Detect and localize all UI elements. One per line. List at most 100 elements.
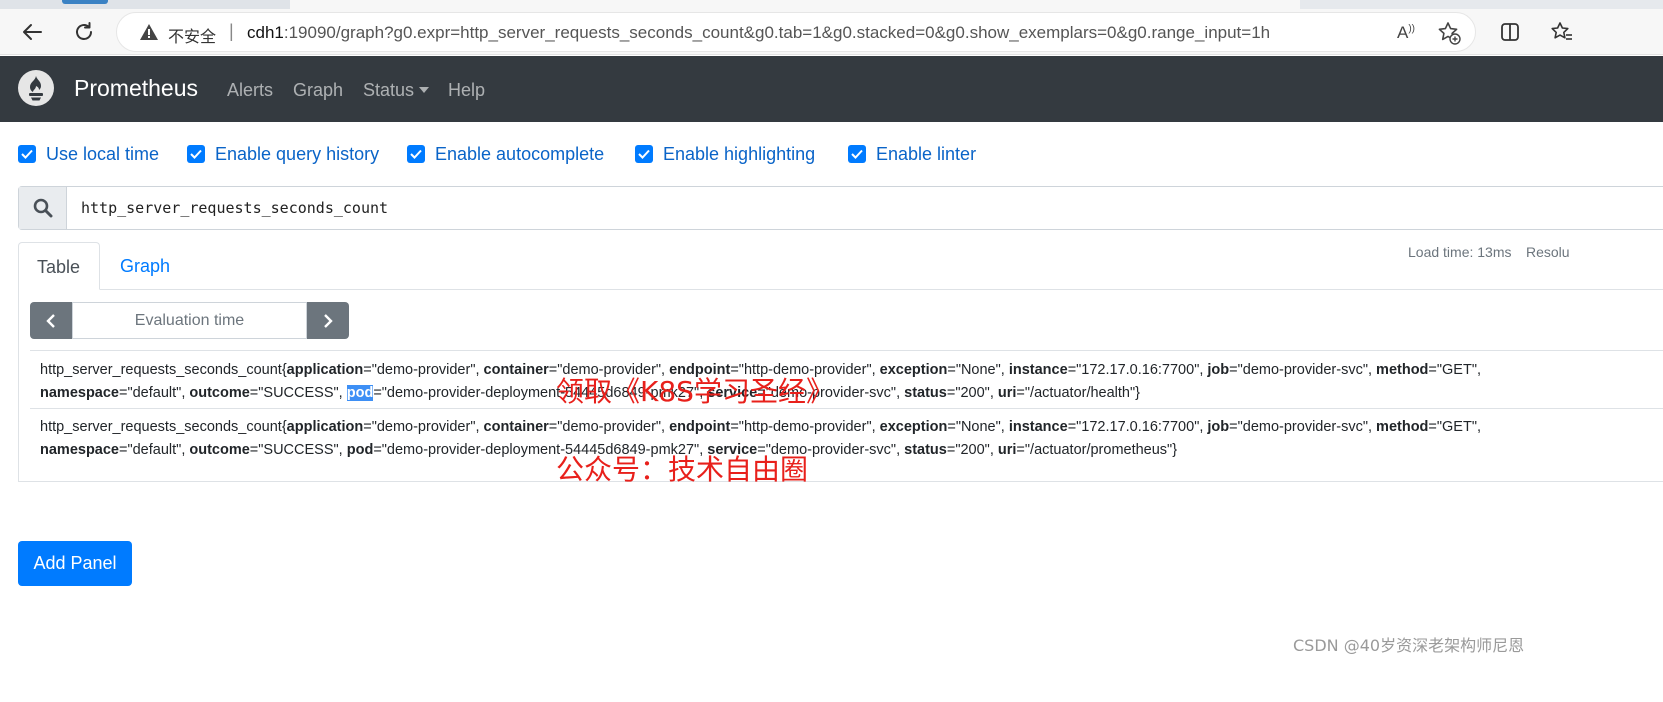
nav-help[interactable]: Help <box>448 80 485 101</box>
metric-closing: } <box>1135 385 1140 401</box>
label-value: "/actuator/health" <box>1024 385 1136 401</box>
table-row: http_server_requests_seconds_count{appli… <box>30 408 1663 466</box>
label-value: "200" <box>955 385 990 401</box>
label-key: endpoint <box>669 419 731 435</box>
browser-tab[interactable] <box>62 0 108 4</box>
warning-icon[interactable] <box>139 23 159 46</box>
label-key: status <box>904 442 947 458</box>
search-icon <box>19 187 67 229</box>
tab-graph[interactable]: Graph <box>120 256 170 277</box>
evaluation-time-input[interactable]: Evaluation time <box>72 302 307 339</box>
nav-graph[interactable]: Graph <box>293 80 343 101</box>
series-line-2: namespace="default", outcome="SUCCESS", … <box>40 442 1178 458</box>
option-enable-highlighting[interactable]: Enable highlighting <box>635 142 815 166</box>
insecure-label: 不安全 <box>168 27 217 46</box>
label-value: "None" <box>955 419 1001 435</box>
checkbox-checked-icon[interactable] <box>187 145 205 163</box>
label-value: "http-demo-provider" <box>738 419 872 435</box>
tab-table[interactable]: Table <box>18 242 100 290</box>
csdn-credit: CSDN @40岁资深老架构师尼恩 <box>1293 636 1525 655</box>
label-key: container <box>483 419 549 435</box>
load-time: Load time: 13ms <box>1408 244 1512 260</box>
read-aloud-label: A <box>1397 23 1409 42</box>
checkbox-checked-icon[interactable] <box>635 145 653 163</box>
back-icon[interactable] <box>16 16 48 48</box>
expression-value[interactable]: http_server_requests_seconds_count <box>81 199 388 217</box>
brand-title[interactable]: Prometheus <box>74 75 198 102</box>
label-value: "demo-provider" <box>371 419 476 435</box>
browser-tab-strip <box>0 0 1663 9</box>
evaluation-time-control: Evaluation time <box>30 302 349 339</box>
label-key-selected: pod <box>346 385 374 401</box>
option-enable-linter[interactable]: Enable linter <box>848 142 976 166</box>
label-key: pod <box>346 442 374 458</box>
reload-icon[interactable] <box>68 16 100 48</box>
favorite-add-icon[interactable] <box>1437 21 1461 50</box>
series-line-1: http_server_requests_seconds_count{appli… <box>40 419 1482 435</box>
label-value: "demo-provider" <box>371 362 476 378</box>
watermark-line-1: 领取《K8S学习圣经》 <box>556 375 834 408</box>
add-panel-button[interactable]: Add Panel <box>18 541 132 586</box>
option-use-local-time[interactable]: Use local time <box>18 142 159 166</box>
label-key: uri <box>997 385 1017 401</box>
checkbox-checked-icon[interactable] <box>848 145 866 163</box>
label-key: outcome <box>189 442 250 458</box>
metric-closing: } <box>1172 442 1178 458</box>
metric-name: http_server_requests_seconds_count{ <box>40 419 287 435</box>
nav-alerts[interactable]: Alerts <box>227 80 273 101</box>
browser-toolbar: 不安全 | cdh1:19090/graph?g0.expr=http_serv… <box>0 9 1663 55</box>
previous-time-button[interactable] <box>30 302 72 339</box>
label-key: job <box>1207 419 1230 435</box>
label-value: "None" <box>955 362 1001 378</box>
option-enable-autocomplete[interactable]: Enable autocomplete <box>407 142 604 166</box>
tab-table-label: Table <box>37 257 81 277</box>
label-key: status <box>904 385 947 401</box>
label-key: method <box>1376 419 1429 435</box>
option-label[interactable]: Enable query history <box>215 144 379 165</box>
option-enable-query-history[interactable]: Enable query history <box>187 142 379 166</box>
prometheus-logo-icon[interactable] <box>18 70 54 106</box>
label-key: uri <box>997 442 1017 458</box>
url-text[interactable]: cdh1:19090/graph?g0.expr=http_server_req… <box>247 23 1270 43</box>
label-key: exception <box>879 362 948 378</box>
expression-input[interactable]: http_server_requests_seconds_count <box>18 186 1663 230</box>
nav-status[interactable]: Status <box>363 80 430 101</box>
checkbox-checked-icon[interactable] <box>407 145 425 163</box>
address-separator: | <box>229 21 234 41</box>
series-line-1: http_server_requests_seconds_count{appli… <box>40 362 1482 378</box>
split-screen-icon[interactable] <box>1494 16 1526 48</box>
favorites-icon[interactable] <box>1545 16 1577 48</box>
label-key: instance <box>1008 419 1068 435</box>
label-value: "demo-provider-svc" <box>1237 362 1368 378</box>
label-value: "SUCCESS" <box>258 442 339 458</box>
label-key: container <box>483 362 549 378</box>
label-key: application <box>286 419 364 435</box>
next-time-button[interactable] <box>307 302 349 339</box>
browser-tab[interactable] <box>1300 0 1663 9</box>
label-key: namespace <box>40 385 119 401</box>
label-value: "/actuator/prometheus" <box>1024 442 1173 458</box>
label-key: application <box>286 362 364 378</box>
nav-status-label: Status <box>363 80 415 100</box>
label-key: namespace <box>40 442 119 458</box>
option-label[interactable]: Enable linter <box>876 144 976 165</box>
address-bar[interactable]: 不安全 | cdh1:19090/graph?g0.expr=http_serv… <box>116 12 1476 52</box>
table-row: http_server_requests_seconds_count{appli… <box>30 350 1663 408</box>
label-value: "default" <box>127 442 182 458</box>
label-value: "GET" <box>1436 419 1477 435</box>
read-aloud-icon[interactable]: A)) <box>1397 23 1415 43</box>
browser-tab-active[interactable] <box>290 0 1300 9</box>
resolution-label: Resolu <box>1526 244 1570 260</box>
option-label[interactable]: Enable autocomplete <box>435 144 604 165</box>
url-path: :19090/graph?g0.expr=http_server_request… <box>283 23 1271 42</box>
option-label[interactable]: Use local time <box>46 144 159 165</box>
label-key: method <box>1376 362 1429 378</box>
metric-name: http_server_requests_seconds_count{ <box>40 362 287 378</box>
watermark-line-2: 公众号：技术自由圈 <box>556 453 809 486</box>
checkbox-checked-icon[interactable] <box>18 145 36 163</box>
label-value: "demo-provider" <box>557 419 662 435</box>
label-key: outcome <box>189 385 250 401</box>
label-key: job <box>1207 362 1230 378</box>
option-label[interactable]: Enable highlighting <box>663 144 815 165</box>
label-key: instance <box>1008 362 1068 378</box>
